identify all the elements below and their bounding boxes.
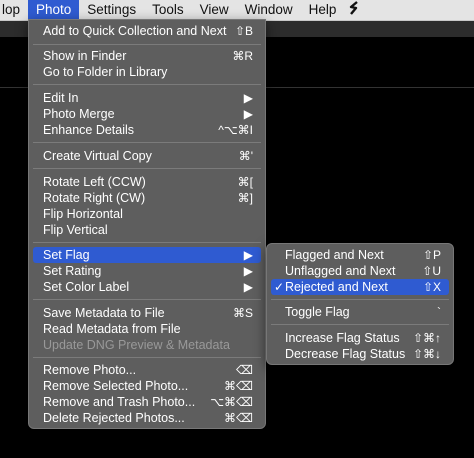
menu-item-shortcut: ⌘] [237,191,253,205]
menu-item-shortcut: ⌥⌘⌫ [210,395,253,409]
menu-item-shortcut: ^⌥⌘I [218,123,253,137]
menu-item-shortcut: ` [437,305,441,319]
menu-separator [33,168,261,169]
menu-item-go-to-folder[interactable]: Go to Folder in Library [33,64,261,80]
submenu-arrow-icon: ▶ [243,91,253,105]
menu-item-label: Remove Photo... [43,363,137,377]
menu-item-label: Read Metadata from File [43,322,181,336]
menu-item-show-in-finder[interactable]: Show in Finder ⌘R [33,48,261,64]
menu-item-flip-horizontal[interactable]: Flip Horizontal [33,206,261,222]
menu-item-label: Remove Selected Photo... [43,379,189,393]
script-s-icon[interactable] [344,0,368,20]
menu-item-label: Unflagged and Next [285,264,396,278]
menu-item-rotate-left[interactable]: Rotate Left (CCW) ⌘[ [33,174,261,190]
submenu-item-increase-flag-status[interactable]: Increase Flag Status ⇧⌘↑ [271,330,449,346]
menu-item-create-virtual-copy[interactable]: Create Virtual Copy ⌘' [33,148,261,164]
menu-item-label: Increase Flag Status [285,331,400,345]
menubar-item-lop[interactable]: lop [0,0,28,20]
menu-item-update-dng-preview: Update DNG Preview & Metadata [33,337,261,353]
submenu-arrow-icon: ▶ [243,107,253,121]
menu-separator [33,44,261,45]
menu-item-shortcut: ⌘S [232,306,253,320]
menu-item-label: Add to Quick Collection and Next [43,24,227,38]
menu-item-shortcut: ⇧⌘↑ [412,331,441,345]
menu-item-flip-vertical[interactable]: Flip Vertical [33,222,261,238]
menu-separator [271,324,449,325]
menu-item-photo-merge[interactable]: Photo Merge ▶ [33,106,261,122]
menu-separator [33,142,261,143]
menu-separator [33,242,261,243]
menu-item-label: Toggle Flag [285,305,350,319]
menu-item-edit-in[interactable]: Edit In ▶ [33,90,261,106]
menu-item-label: Remove and Trash Photo... [43,395,196,409]
menu-separator [33,84,261,85]
menu-item-shortcut: ⌘' [238,149,253,163]
menu-item-add-quick-collection[interactable]: Add to Quick Collection and Next ⇧B [33,23,261,39]
menu-item-save-metadata[interactable]: Save Metadata to File ⌘S [33,305,261,321]
menu-item-label: Update DNG Preview & Metadata [43,338,230,352]
menubar-item-settings[interactable]: Settings [79,0,144,20]
menu-item-shortcut: ⇧⌘↓ [412,347,441,361]
menu-separator [271,299,449,300]
menu-item-label: Flip Vertical [43,223,108,237]
menu-item-label: Flagged and Next [285,248,384,262]
submenu-item-unflagged-and-next[interactable]: Unflagged and Next ⇧U [271,263,449,279]
menu-item-shortcut: ⌫ [236,363,253,377]
menubar-item-photo[interactable]: Photo [28,0,80,20]
submenu-arrow-icon: ▶ [243,280,253,294]
submenu-item-rejected-and-next[interactable]: ✓ Rejected and Next ⇧X [271,279,449,295]
menu-item-shortcut: ⇧X [422,280,441,294]
menu-item-remove-photo[interactable]: Remove Photo... ⌫ [33,362,261,378]
submenu-item-toggle-flag[interactable]: Toggle Flag ` [271,304,449,320]
menu-item-enhance-details[interactable]: Enhance Details ^⌥⌘I [33,122,261,138]
menu-item-remove-and-trash[interactable]: Remove and Trash Photo... ⌥⌘⌫ [33,394,261,410]
menubar-item-help[interactable]: Help [301,0,345,20]
menu-item-shortcut: ⌘R [232,49,253,63]
submenu-arrow-icon: ▶ [243,248,253,262]
menu-item-label: Rotate Right (CW) [43,191,146,205]
submenu-item-flagged-and-next[interactable]: Flagged and Next ⇧P [271,247,449,263]
menu-item-label: Save Metadata to File [43,306,165,320]
submenu-item-decrease-flag-status[interactable]: Decrease Flag Status ⇧⌘↓ [271,346,449,362]
menu-item-label: Set Color Label [43,280,130,294]
menubar-item-window[interactable]: Window [237,0,301,20]
menu-item-label: Rejected and Next [285,280,388,294]
menu-item-label: Set Rating [43,264,102,278]
menu-item-shortcut: ⇧U [422,264,441,278]
menu-item-set-color-label[interactable]: Set Color Label ▶ [33,279,261,295]
menu-item-set-flag[interactable]: Set Flag ▶ [33,247,261,263]
menubar-item-tools[interactable]: Tools [144,0,192,20]
menu-item-remove-selected-photo[interactable]: Remove Selected Photo... ⌘⌫ [33,378,261,394]
menu-item-set-rating[interactable]: Set Rating ▶ [33,263,261,279]
submenu-arrow-icon: ▶ [243,264,253,278]
menu-separator [33,299,261,300]
menu-item-label: Decrease Flag Status [285,347,406,361]
menu-item-label: Delete Rejected Photos... [43,411,185,425]
menu-item-label: Rotate Left (CCW) [43,175,146,189]
checkmark-icon: ✓ [274,280,285,294]
menu-item-label: Create Virtual Copy [43,149,152,163]
menu-item-label: Go to Folder in Library [43,65,168,79]
menu-item-shortcut: ⇧P [422,248,441,262]
menu-item-delete-rejected[interactable]: Delete Rejected Photos... ⌘⌫ [33,410,261,426]
menu-separator [33,357,261,358]
menu-item-shortcut: ⇧B [234,24,253,38]
menu-item-label: Edit In [43,91,79,105]
menu-item-shortcut: ⌘⌫ [224,411,253,425]
menu-item-shortcut: ⌘⌫ [224,379,253,393]
menu-item-label: Set Flag [43,248,90,262]
photo-menu: Add to Quick Collection and Next ⇧B Show … [28,19,266,429]
menu-item-label: Photo Merge [43,107,115,121]
menu-item-label: Show in Finder [43,49,127,63]
menubar-item-view[interactable]: View [192,0,237,20]
menu-item-label: Enhance Details [43,123,135,137]
set-flag-submenu: Flagged and Next ⇧P Unflagged and Next ⇧U … [266,243,454,365]
menu-item-rotate-right[interactable]: Rotate Right (CW) ⌘] [33,190,261,206]
menu-bar: lop Photo Settings Tools View Window Hel… [0,0,474,21]
menu-item-label: Flip Horizontal [43,207,123,221]
menu-item-read-metadata[interactable]: Read Metadata from File [33,321,261,337]
menu-item-shortcut: ⌘[ [237,175,253,189]
